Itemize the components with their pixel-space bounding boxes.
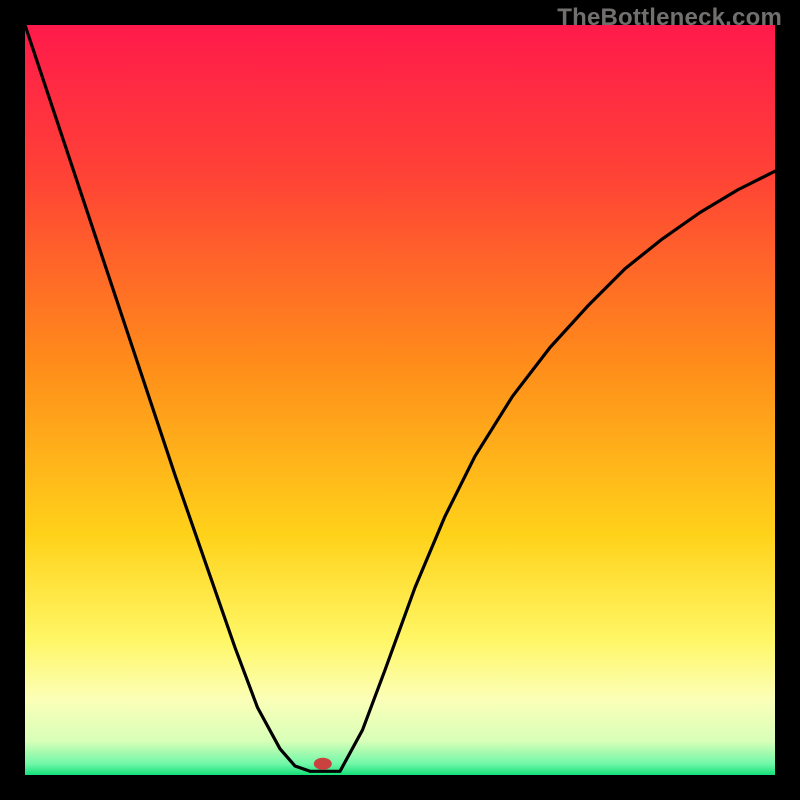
gradient-background (25, 25, 775, 775)
plot-area (25, 25, 775, 775)
chart-frame: TheBottleneck.com (0, 0, 800, 800)
optimal-point-marker (314, 758, 332, 770)
chart-svg (25, 25, 775, 775)
watermark-text: TheBottleneck.com (557, 4, 782, 32)
